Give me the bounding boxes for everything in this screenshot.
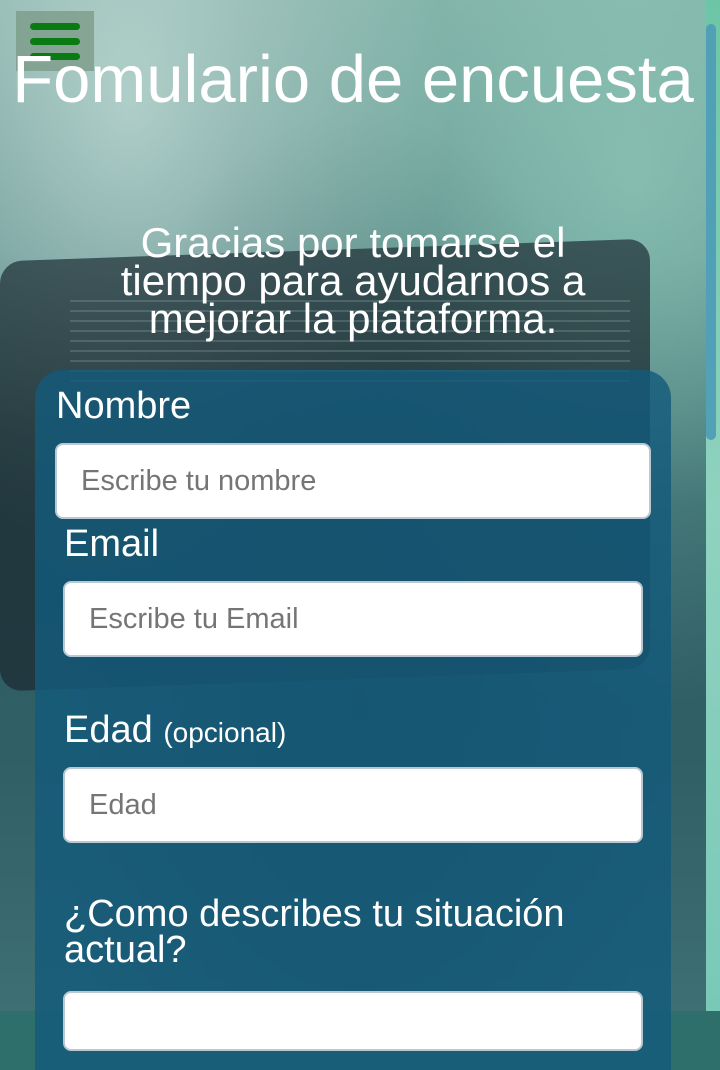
situation-label: ¿Como describes tu situación actual? xyxy=(64,893,565,971)
age-optional-note: (opcional) xyxy=(163,717,287,748)
email-label: Email xyxy=(64,523,160,565)
age-input[interactable] xyxy=(63,767,643,843)
page-subtitle: Gracias por tomarse el tiempo para ayuda… xyxy=(120,219,586,342)
situation-select[interactable] xyxy=(63,991,643,1051)
name-input[interactable] xyxy=(55,443,651,519)
age-label-row: Edad (opcional) xyxy=(64,708,286,755)
age-label: Edad xyxy=(64,709,153,751)
email-input[interactable] xyxy=(63,581,643,657)
name-label: Nombre xyxy=(56,385,192,427)
page-title: Fomulario de encuesta xyxy=(12,42,694,117)
scrollbar[interactable] xyxy=(706,24,716,440)
